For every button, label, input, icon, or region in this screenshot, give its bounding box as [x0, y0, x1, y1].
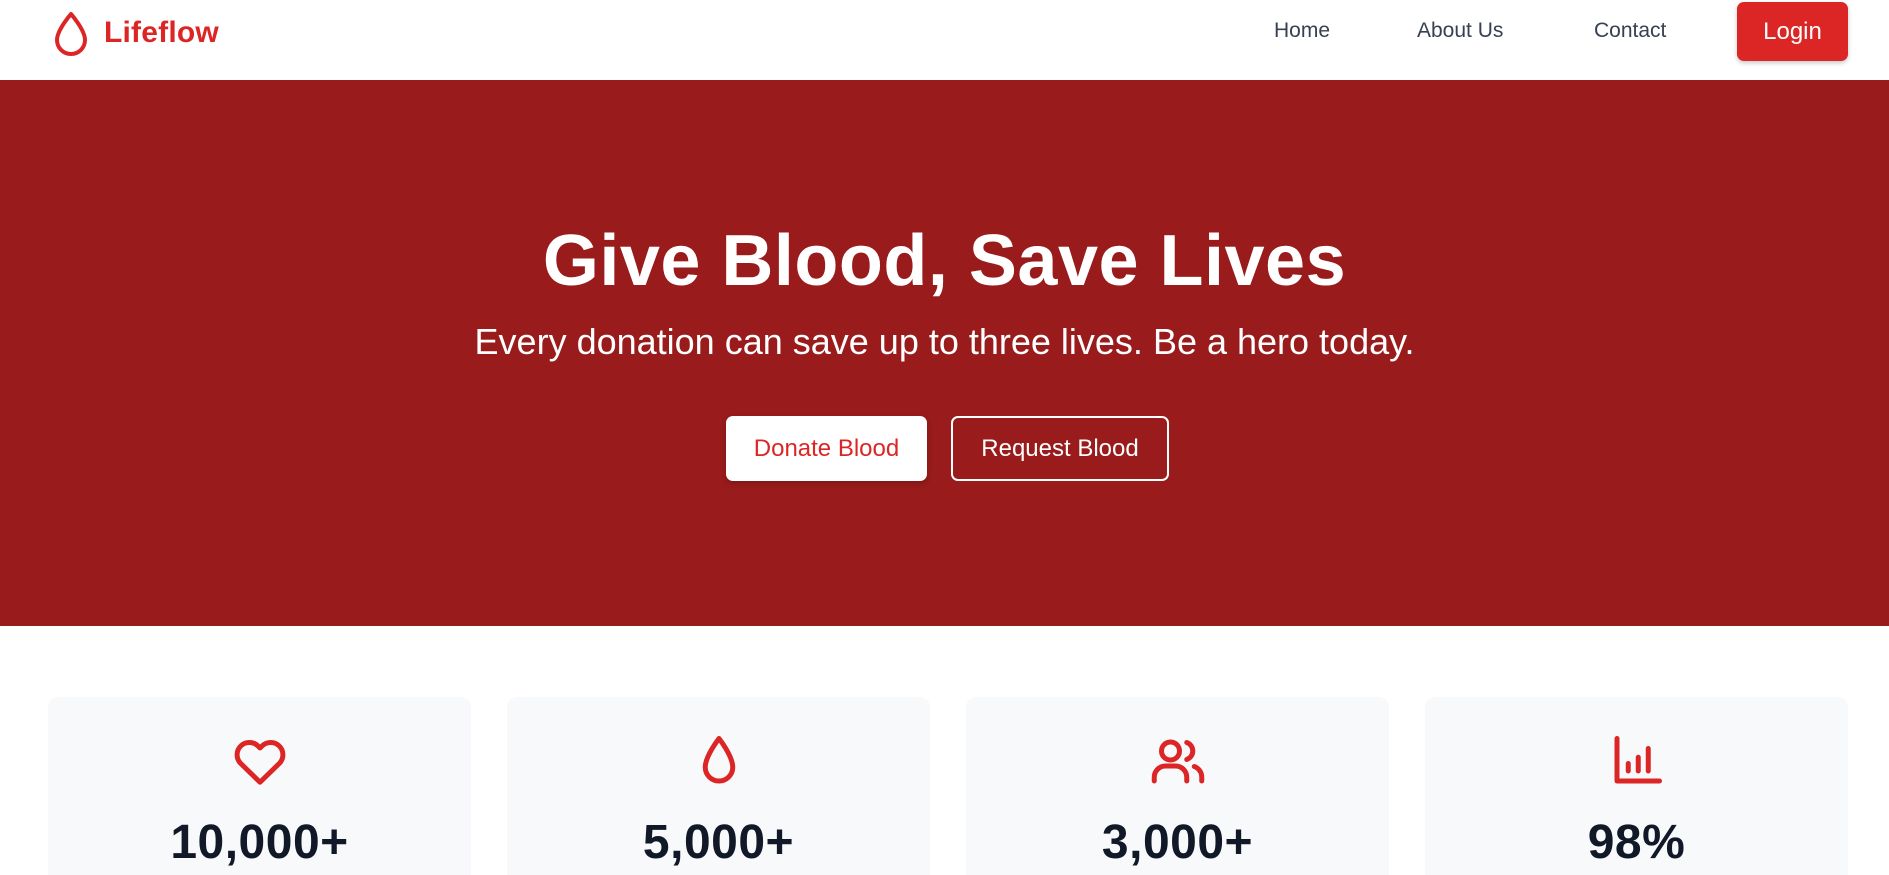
users-icon: [1151, 739, 1204, 784]
stat-card-donors: 10,000+: [48, 697, 471, 875]
stat-value: 10,000+: [170, 816, 349, 869]
nav-link-home[interactable]: Home: [1274, 19, 1330, 43]
donate-blood-button[interactable]: Donate Blood: [726, 416, 927, 481]
blood-drop-icon: [702, 736, 735, 784]
hero-section: Give Blood, Save Lives Every donation ca…: [0, 80, 1889, 626]
login-button[interactable]: Login: [1737, 2, 1848, 61]
stat-card-donations: 5,000+: [507, 697, 930, 875]
hero-title: Give Blood, Save Lives: [542, 221, 1347, 301]
brand-name: Lifeflow: [104, 16, 219, 49]
stat-card-success-rate: 98%: [1425, 697, 1848, 875]
stat-value: 98%: [1587, 816, 1686, 869]
brand-logo-link[interactable]: Lifeflow: [52, 10, 219, 56]
nav-link-contact[interactable]: Contact: [1594, 19, 1666, 43]
blood-drop-icon: [55, 12, 87, 56]
stat-card-users: 3,000+: [966, 697, 1389, 875]
stat-value: 3,000+: [1101, 816, 1254, 869]
page: Lifeflow Home About Us Contact Login Giv…: [0, 0, 1889, 875]
navbar: Lifeflow Home About Us Contact Login: [0, 0, 1889, 80]
nav-link-about-us[interactable]: About Us: [1417, 19, 1503, 43]
bar-chart-icon: [1614, 736, 1662, 784]
request-blood-button[interactable]: Request Blood: [951, 416, 1169, 481]
heart-icon: [234, 740, 285, 785]
hero-subtitle: Every donation can save up to three live…: [474, 321, 1415, 362]
stat-value: 5,000+: [642, 816, 795, 869]
